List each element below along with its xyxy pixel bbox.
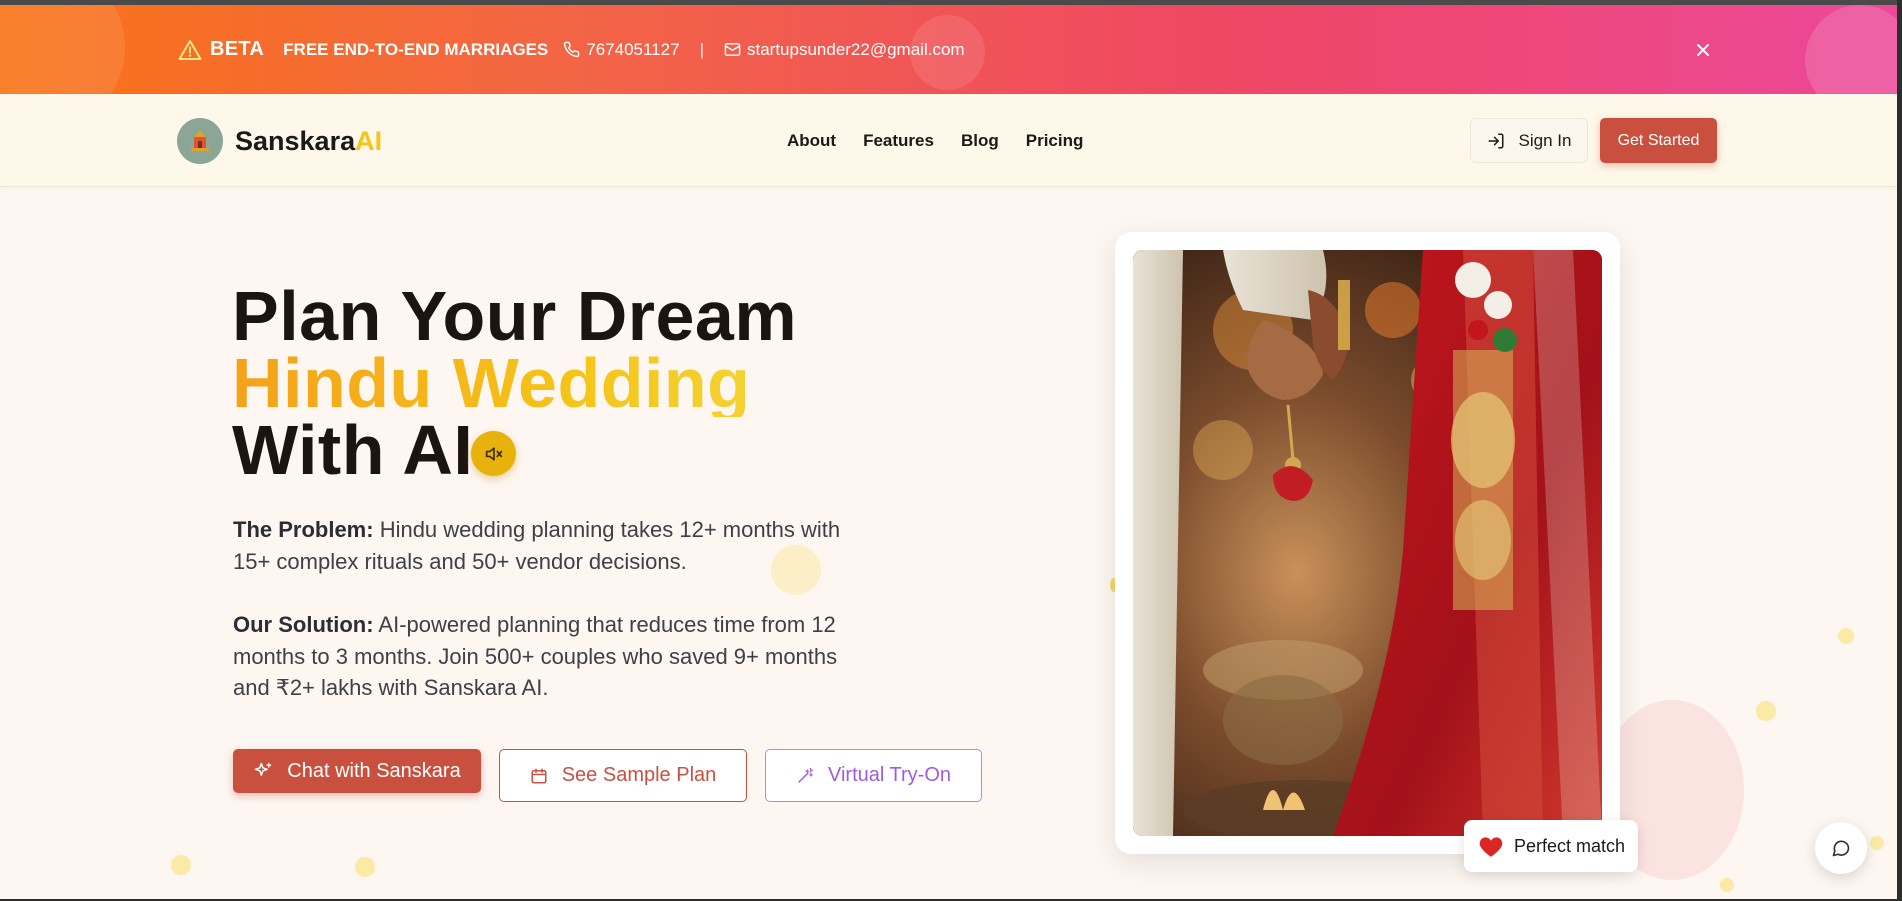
hero-title-line-2: Hindu Wedding: [232, 348, 797, 418]
promo-phone-link[interactable]: 7674051127: [563, 39, 680, 60]
calendar-icon: [530, 767, 548, 785]
brand-name-main: Sanskara: [235, 125, 356, 156]
hero-image-card: [1115, 232, 1620, 854]
promo-email-address: startupsunder22@gmail.com: [746, 39, 965, 59]
volume-mute-icon: [484, 445, 504, 463]
temple-logo-icon: [177, 118, 223, 164]
heart-icon: [1478, 834, 1504, 858]
solution-paragraph: Our Solution: AI-powered planning that r…: [233, 609, 873, 704]
brand-logo-link[interactable]: SanskaraAI: [177, 118, 382, 164]
promo-banner: BETA FREE END-TO-END MARRIAGES 767405112…: [0, 5, 1897, 94]
decorative-dot: [1720, 878, 1734, 892]
nav-pricing[interactable]: Pricing: [1026, 131, 1084, 151]
chat-widget-button[interactable]: [1815, 822, 1867, 874]
decorative-dot: [1756, 701, 1776, 721]
decorative-dot: [355, 857, 375, 877]
site-header: SanskaraAI About Features Blog Pricing S…: [0, 94, 1897, 187]
get-started-button[interactable]: Get Started: [1600, 118, 1717, 163]
mail-icon: [724, 42, 741, 57]
decorative-dot: [1870, 836, 1884, 850]
sparkles-icon: [253, 761, 273, 781]
decorative-bubble: [0, 5, 125, 94]
chat-button-label: Chat with Sanskara: [287, 759, 461, 782]
brand-name: SanskaraAI: [235, 126, 382, 157]
phone-icon: [563, 41, 580, 58]
window-top-edge: [0, 0, 1902, 5]
sign-in-label: Sign In: [1518, 130, 1572, 150]
chat-with-sanskara-button[interactable]: Chat with Sanskara: [233, 749, 481, 793]
wedding-hands-photo: [1133, 250, 1602, 836]
close-icon[interactable]: [1693, 40, 1713, 60]
warning-icon: [178, 39, 202, 61]
sign-in-button[interactable]: Sign In: [1470, 118, 1588, 163]
main-nav: About Features Blog Pricing: [787, 94, 1110, 187]
decorative-dot: [171, 855, 191, 875]
solution-label: Our Solution:: [233, 612, 374, 637]
problem-paragraph: The Problem: Hindu wedding planning take…: [233, 514, 873, 577]
perfect-match-label: Perfect match: [1514, 835, 1626, 856]
brand-name-accent: AI: [355, 125, 383, 156]
window-right-edge: [1897, 0, 1902, 901]
nav-about[interactable]: About: [787, 131, 836, 151]
promo-separator: |: [699, 39, 704, 59]
promo-phone-number: 7674051127: [586, 39, 680, 59]
message-circle-icon: [1831, 838, 1851, 858]
login-icon: [1487, 132, 1505, 150]
decorative-dot: [1838, 628, 1854, 644]
nav-features[interactable]: Features: [863, 131, 934, 151]
problem-label: The Problem:: [233, 517, 374, 542]
promo-email-link[interactable]: startupsunder22@gmail.com: [724, 40, 965, 60]
beta-label: BETA: [210, 38, 265, 60]
mute-audio-button[interactable]: [471, 431, 516, 476]
virtual-try-on-button[interactable]: Virtual Try-On: [765, 749, 982, 802]
hero-title-line-1: Plan Your Dream: [232, 277, 798, 355]
promo-offer-text: FREE END-TO-END MARRIAGES: [283, 39, 549, 59]
sample-plan-label: See Sample Plan: [561, 764, 717, 786]
decorative-bubble: [1805, 5, 1897, 94]
magic-wand-icon: [796, 767, 814, 785]
see-sample-plan-button[interactable]: See Sample Plan: [499, 749, 747, 802]
perfect-match-badge: Perfect match: [1464, 820, 1638, 872]
virtual-try-on-label: Virtual Try-On: [828, 764, 951, 786]
nav-blog[interactable]: Blog: [961, 131, 999, 151]
